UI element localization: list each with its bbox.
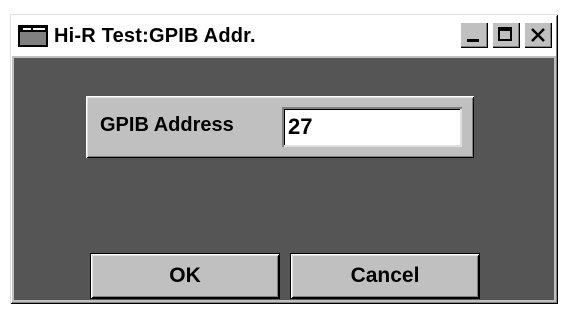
gpib-address-label: GPIB Address	[100, 114, 234, 136]
title-bar[interactable]: Hi-R Test:GPIB Addr.	[12, 16, 556, 56]
dialog-client-area: GPIB Address OK Cancel	[14, 58, 554, 300]
gpib-address-input[interactable]	[282, 107, 462, 147]
ok-button[interactable]: OK	[90, 253, 280, 299]
address-group: GPIB Address	[86, 96, 474, 158]
window-title: Hi-R Test:GPIB Addr.	[54, 24, 256, 47]
close-icon	[531, 28, 545, 42]
caption-buttons	[460, 22, 552, 48]
dialog-window: Hi-R Test:GPIB Addr. GPIB Address OK Can…	[10, 14, 558, 304]
maximize-button[interactable]	[492, 22, 520, 48]
close-button[interactable]	[524, 22, 552, 48]
cancel-button[interactable]: Cancel	[290, 253, 480, 299]
minimize-button[interactable]	[460, 22, 488, 48]
app-window-icon[interactable]	[18, 25, 48, 47]
